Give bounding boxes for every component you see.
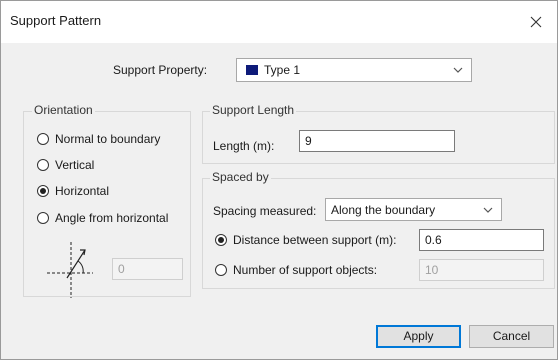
radio-angle-from-horizontal[interactable]: Angle from horizontal [37, 211, 168, 225]
radio-label: Horizontal [55, 184, 110, 198]
apply-button[interactable]: Apply [376, 325, 461, 348]
radio-button[interactable] [37, 212, 49, 224]
length-input[interactable]: 9 [299, 130, 455, 152]
spaced-by-group-title: Spaced by [210, 170, 271, 184]
chevron-down-icon [483, 207, 493, 213]
orientation-group-title: Orientation [32, 103, 95, 117]
radio-horizontal[interactable]: Horizontal [37, 184, 109, 198]
number-input[interactable]: 10 [419, 259, 544, 281]
spacing-measured-value: Along the boundary [331, 203, 436, 217]
radio-normal-to-boundary[interactable]: Normal to boundary [37, 132, 160, 146]
close-icon[interactable] [523, 9, 549, 35]
radio-button-selected[interactable] [37, 185, 49, 197]
cancel-button[interactable]: Cancel [469, 325, 554, 348]
support-length-group-title: Support Length [210, 103, 297, 117]
angle-diagram-icon [47, 242, 93, 298]
radio-button[interactable] [37, 133, 49, 145]
window-title: Support Pattern [10, 13, 102, 28]
radio-label: Angle from horizontal [55, 211, 169, 225]
support-pattern-dialog: Support Pattern Support Property: Type 1… [0, 0, 558, 360]
radio-button-selected[interactable] [215, 234, 227, 246]
radio-button[interactable] [215, 264, 227, 276]
angle-input[interactable]: 0 [112, 258, 183, 280]
radio-number-of-support-objects[interactable]: Number of support objects: [215, 263, 377, 277]
title-bar: Support Pattern [1, 1, 557, 43]
radio-vertical[interactable]: Vertical [37, 158, 94, 172]
radio-distance-between-support[interactable]: Distance between support (m): [215, 233, 396, 247]
radio-label: Vertical [55, 158, 95, 172]
radio-label: Number of support objects: [233, 263, 378, 277]
length-label: Length (m): [213, 139, 275, 153]
support-property-value: Type 1 [264, 63, 301, 77]
type-color-swatch [246, 65, 258, 75]
chevron-down-icon [453, 67, 463, 73]
radio-label: Distance between support (m): [233, 233, 397, 247]
distance-input[interactable]: 0.6 [419, 229, 544, 251]
support-property-label: Support Property: [113, 63, 208, 77]
support-property-dropdown[interactable]: Type 1 [236, 58, 472, 82]
spacing-measured-label: Spacing measured: [213, 204, 317, 218]
radio-button[interactable] [37, 159, 49, 171]
spacing-measured-dropdown[interactable]: Along the boundary [325, 198, 502, 221]
radio-label: Normal to boundary [55, 132, 161, 146]
